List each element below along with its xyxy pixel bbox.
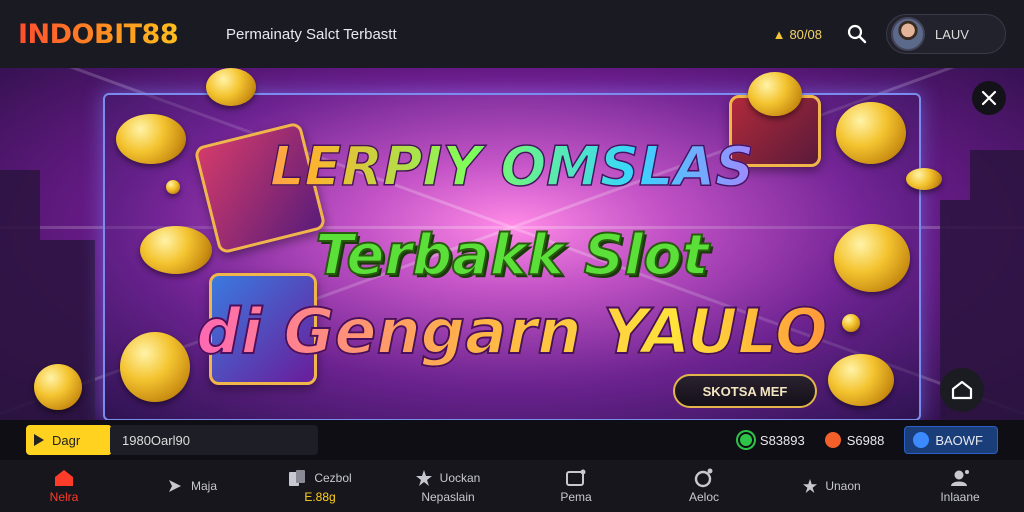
play-button-label: Dagr xyxy=(52,432,81,448)
page-title: Permainaty Salct Terbastt xyxy=(226,25,397,43)
close-icon xyxy=(981,90,997,106)
coin-icon xyxy=(206,68,256,106)
stat-blue[interactable]: BAOWF xyxy=(904,426,998,454)
stat-blue-value: BAOWF xyxy=(935,432,983,448)
headline-line-3: di Gengarn YAULO xyxy=(105,294,919,369)
nav-label: Cezbol xyxy=(314,471,352,485)
coin-icon xyxy=(836,102,906,164)
nav-item-cezbol[interactable]: Cezbol E.88g xyxy=(256,460,384,512)
cards-icon xyxy=(288,468,306,488)
search-button[interactable] xyxy=(842,19,872,49)
bottom-nav: Nelra Maja Cezbol E.88g Uockan Nepaslain… xyxy=(0,460,1024,512)
coin-icon xyxy=(737,432,754,448)
app-root: INDOBIT88 Permainaty Salct Terbastt ▲ 80… xyxy=(0,0,1024,512)
promo-banner[interactable]: LERPIY OMSLAS Terbakk Slot di Gengarn YA… xyxy=(103,93,921,420)
home-icon xyxy=(54,468,74,488)
chat-icon xyxy=(694,468,714,488)
nav-item-maja[interactable]: Maja xyxy=(128,460,256,512)
coin-icon xyxy=(116,114,186,164)
info-bar: Dagr 1980Oarl90 S83893 S6988 BAOWF xyxy=(0,420,1024,460)
coin-icon xyxy=(824,432,841,448)
nav-label: Unaon xyxy=(825,479,861,493)
stat-orange-value: S6988 xyxy=(846,432,885,448)
nav-label: Maja xyxy=(190,479,217,493)
coin-icon xyxy=(120,332,190,402)
nav-label: Aeloc xyxy=(688,490,720,504)
nav-item-uockan-row: Uockan xyxy=(415,468,481,488)
user-icon xyxy=(950,468,970,488)
nav-sublabel: Nepaslain xyxy=(421,490,475,504)
star-icon xyxy=(415,468,432,488)
search-icon xyxy=(847,24,867,44)
brand-logo[interactable]: INDOBIT88 xyxy=(18,19,208,50)
play-icon xyxy=(34,434,44,446)
nav-label: Pema xyxy=(560,490,592,504)
coin-icon xyxy=(748,72,802,116)
nav-item-pema[interactable]: Pema xyxy=(512,460,640,512)
sparkle-icon xyxy=(167,476,183,496)
stat-green[interactable]: S83893 xyxy=(737,432,805,448)
top-bar: INDOBIT88 Permainaty Salct Terbastt ▲ 80… xyxy=(0,0,1024,68)
hero-banner-area: LERPIY OMSLAS Terbakk Slot di Gengarn YA… xyxy=(0,68,1024,420)
cta-button[interactable]: SKOTSA MEF xyxy=(673,374,817,408)
nav-sublabel: E.88g xyxy=(304,490,336,504)
coin-balance[interactable]: ▲ 80/08 xyxy=(773,27,822,42)
coin-icon xyxy=(166,180,180,194)
gift-icon xyxy=(566,468,586,488)
coin-balance-value: 80/08 xyxy=(789,26,822,42)
coin-icon xyxy=(34,364,82,410)
stat-green-value: S83893 xyxy=(759,432,805,448)
play-button[interactable]: Dagr xyxy=(26,425,112,455)
headline-line-1: LERPIY OMSLAS xyxy=(105,134,919,199)
nav-item-inlaane[interactable]: Inlaane xyxy=(896,460,1024,512)
nav-item-unaon[interactable]: Unaon xyxy=(768,460,896,512)
coin-icon xyxy=(834,224,910,292)
nav-label: Nelra xyxy=(49,490,79,504)
nav-item-uockan[interactable]: Uockan Nepaslain xyxy=(384,460,512,512)
close-banner-button[interactable] xyxy=(972,81,1006,115)
coin-icon xyxy=(828,354,894,406)
nav-item-aeloc[interactable]: Aeloc xyxy=(640,460,768,512)
nav-item-cezbol-row: Cezbol xyxy=(288,468,352,488)
coin-icon xyxy=(913,432,930,448)
code-field[interactable]: 1980Oarl90 xyxy=(110,425,318,455)
nav-item-home[interactable]: Nelra xyxy=(0,460,128,512)
coin-icon: ▲ xyxy=(772,26,786,42)
coin-icon xyxy=(906,168,942,190)
profile-menu[interactable]: LAUV xyxy=(886,14,1006,54)
coin-icon xyxy=(842,314,860,332)
floating-menu-button[interactable] xyxy=(940,368,984,412)
nav-label: Inlaane xyxy=(940,490,980,504)
home-icon xyxy=(951,380,973,400)
nav-label: Uockan xyxy=(439,471,481,485)
stat-orange[interactable]: S6988 xyxy=(824,432,885,448)
coin-icon xyxy=(140,226,212,274)
profile-name: LAUV xyxy=(935,26,969,42)
avatar xyxy=(891,17,925,51)
headline-line-2: Terbakk Slot xyxy=(314,222,709,289)
star-icon xyxy=(803,476,818,496)
